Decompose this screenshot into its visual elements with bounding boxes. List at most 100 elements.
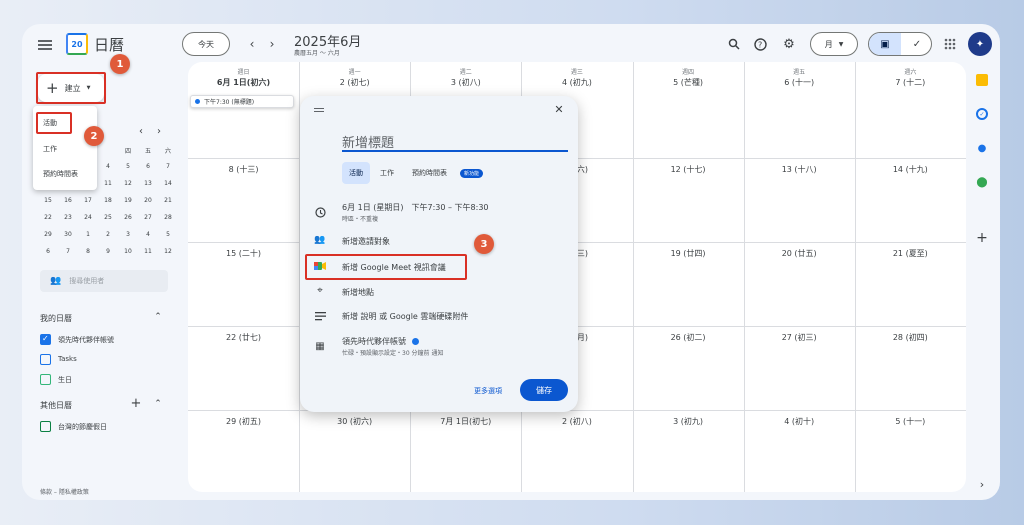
- more-options-button[interactable]: 更多選項: [474, 386, 502, 396]
- day-number[interactable]: 30 (初六): [299, 416, 410, 427]
- close-icon[interactable]: ✕: [552, 102, 566, 116]
- calendar-label[interactable]: 領先時代夥伴帳號: [58, 335, 114, 345]
- mini-cal-day[interactable]: 18: [98, 197, 118, 204]
- prev-icon[interactable]: ‹: [244, 36, 260, 52]
- other-calendars-title[interactable]: 其他日曆: [40, 400, 72, 411]
- mini-cal-day[interactable]: 14: [158, 180, 178, 187]
- mini-cal-day[interactable]: 9: [98, 248, 118, 255]
- mini-cal-day[interactable]: 24: [78, 214, 98, 221]
- event-datetime[interactable]: 6月 1日 (星期日) 下午7:30 – 下午8:30: [342, 202, 489, 213]
- mini-cal-day[interactable]: 28: [158, 214, 178, 221]
- tab-task[interactable]: 工作: [380, 168, 394, 178]
- mini-cal-day[interactable]: 29: [38, 231, 58, 238]
- mini-next-icon[interactable]: ›: [154, 126, 164, 137]
- mini-cal-day[interactable]: 27: [138, 214, 158, 221]
- help-icon[interactable]: ?: [752, 36, 768, 52]
- settings-gear-icon[interactable]: ⚙: [781, 36, 797, 52]
- calendar-name[interactable]: 領先時代夥伴帳號: [342, 336, 419, 347]
- mini-cal-day[interactable]: 11: [138, 248, 158, 255]
- day-number[interactable]: 20 (廿五): [744, 248, 855, 259]
- search-icon[interactable]: [726, 36, 742, 52]
- calendar-checkbox[interactable]: [40, 354, 51, 365]
- day-number[interactable]: 5 (十一): [855, 416, 966, 427]
- day-number[interactable]: 3 (初八): [410, 77, 521, 88]
- mini-cal-day[interactable]: 2: [98, 231, 118, 238]
- chevron-up-icon[interactable]: ⌃: [152, 398, 164, 410]
- day-number[interactable]: 29 (初五): [188, 416, 299, 427]
- avatar[interactable]: ✦: [968, 32, 992, 56]
- calendar-view-icon[interactable]: ▣: [869, 33, 901, 55]
- day-number[interactable]: 28 (初四): [855, 332, 966, 343]
- chevron-up-icon[interactable]: ⌃: [152, 311, 164, 323]
- tab-event[interactable]: 活動: [342, 162, 370, 184]
- day-number[interactable]: 8 (十三): [188, 164, 299, 175]
- mini-cal-day[interactable]: 30: [58, 231, 78, 238]
- mini-cal-day[interactable]: 11: [98, 180, 118, 187]
- day-number[interactable]: 12 (十七): [633, 164, 744, 175]
- tasks-icon[interactable]: ✓: [976, 108, 988, 120]
- mini-cal-day[interactable]: 6: [38, 248, 58, 255]
- day-number[interactable]: 26 (初二): [633, 332, 744, 343]
- day-number[interactable]: 19 (廿四): [633, 248, 744, 259]
- mini-cal-day[interactable]: 21: [158, 197, 178, 204]
- event-datetime-sub[interactable]: 時區・不重複: [342, 214, 378, 223]
- save-button[interactable]: 儲存: [520, 379, 568, 401]
- mini-cal-day[interactable]: 23: [58, 214, 78, 221]
- mini-cal-day[interactable]: 8: [78, 248, 98, 255]
- maps-icon[interactable]: ⬤: [976, 176, 988, 188]
- day-number[interactable]: 6 (十一): [744, 77, 855, 88]
- mini-cal-day[interactable]: 4: [138, 231, 158, 238]
- footer-links[interactable]: 條款 – 隱私權政策: [40, 487, 89, 496]
- calendar-checkbox[interactable]: [40, 374, 51, 385]
- day-number[interactable]: 7月 1日(初七): [410, 416, 521, 427]
- mini-cal-day[interactable]: 25: [98, 214, 118, 221]
- calendar-checkbox[interactable]: [40, 421, 51, 432]
- day-number[interactable]: 21 (夏至): [855, 248, 966, 259]
- mini-cal-day[interactable]: 26: [118, 214, 138, 221]
- menu-item-appointment[interactable]: 預約時間表: [43, 169, 78, 179]
- contacts-icon[interactable]: ●: [976, 142, 988, 154]
- day-number[interactable]: 3 (初九): [633, 416, 744, 427]
- mini-cal-day[interactable]: 19: [118, 197, 138, 204]
- tasks-view-icon[interactable]: ✓: [901, 33, 931, 55]
- mini-cal-day[interactable]: 13: [138, 180, 158, 187]
- mini-cal-day[interactable]: 3: [118, 231, 138, 238]
- main-menu-icon[interactable]: [36, 36, 54, 54]
- mini-cal-day[interactable]: 7: [58, 248, 78, 255]
- day-number[interactable]: 2 (初八): [521, 416, 632, 427]
- day-number[interactable]: 7 (十二): [855, 77, 966, 88]
- add-description[interactable]: 新增 說明 或 Google 雲端硬碟附件: [342, 311, 468, 322]
- mini-cal-day[interactable]: 4: [98, 163, 118, 170]
- mini-cal-day[interactable]: 10: [118, 248, 138, 255]
- drag-handle-icon[interactable]: [314, 108, 324, 112]
- mini-cal-day[interactable]: 6: [138, 163, 158, 170]
- calendar-label[interactable]: 台灣的節慶假日: [58, 422, 107, 432]
- mini-cal-day[interactable]: 20: [138, 197, 158, 204]
- my-calendars-title[interactable]: 我的日曆: [40, 313, 72, 324]
- apps-grid-icon[interactable]: [942, 36, 958, 52]
- add-addon-icon[interactable]: +: [976, 230, 988, 246]
- mini-cal-day[interactable]: 16: [58, 197, 78, 204]
- add-guests[interactable]: 新增邀請對象: [342, 236, 390, 247]
- calendar-sub[interactable]: 忙碌・預設顯示設定・30 分鐘前 通知: [342, 348, 443, 357]
- mini-cal-day[interactable]: 5: [158, 231, 178, 238]
- tab-appointment[interactable]: 預約時間表: [412, 168, 447, 178]
- mini-cal-day[interactable]: 12: [118, 180, 138, 187]
- mini-cal-day[interactable]: 1: [78, 231, 98, 238]
- mini-prev-icon[interactable]: ‹: [136, 126, 146, 137]
- add-calendar-icon[interactable]: +: [130, 396, 142, 411]
- mini-cal-day[interactable]: 12: [158, 248, 178, 255]
- day-number[interactable]: 6月 1日(初六): [188, 77, 299, 88]
- add-location[interactable]: 新增地點: [342, 287, 374, 298]
- mini-cal-day[interactable]: 22: [38, 214, 58, 221]
- menu-item-task[interactable]: 工作: [43, 144, 57, 154]
- search-people-box[interactable]: 👥 搜尋使用者: [40, 270, 168, 292]
- expand-panel-icon[interactable]: ›: [976, 478, 988, 491]
- view-select[interactable]: 月 ▼: [810, 32, 858, 56]
- day-number[interactable]: 15 (二十): [188, 248, 299, 259]
- event-chip[interactable]: 下午7:30 (無標題): [190, 95, 294, 108]
- day-number[interactable]: 4 (初九): [521, 77, 632, 88]
- calendar-checkbox[interactable]: ✓: [40, 334, 51, 345]
- mini-cal-day[interactable]: 17: [78, 197, 98, 204]
- day-number[interactable]: 14 (十九): [855, 164, 966, 175]
